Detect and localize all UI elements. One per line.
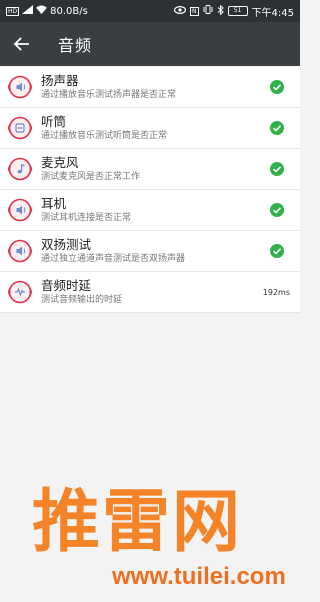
list-item-title: 麦克风 [41,155,79,170]
list-item-title: 扬声器 [41,73,79,88]
arrow-back-icon [13,37,29,51]
list-item-text: 扬声器 通过播放音乐测试扬声器是否正常 [41,73,260,101]
list-item-status [260,80,294,94]
list-item-audio-latency[interactable]: 音频时延 测试音频输出的时延 192ms [0,272,300,313]
check-circle-icon [270,162,284,176]
speaker-test-icon [8,75,32,99]
list-item-title: 音频时延 [41,278,92,293]
headphone-test-icon [8,198,32,222]
eye-icon [173,5,187,17]
list-item-title: 听筒 [41,114,67,129]
bluetooth-icon [217,4,224,18]
watermark: 推雷网 www.tuilei.com [0,478,300,602]
audio-test-list: 扬声器 通过播放音乐测试扬声器是否正常 听筒 通过播放音乐测试听筒是否正常 麦克… [0,67,300,313]
list-item-title: 耳机 [41,196,67,211]
check-circle-icon [270,80,284,94]
latency-value: 192ms [262,287,290,297]
list-item-subtitle: 测试音频输出的时延 [41,295,123,305]
list-item-speaker[interactable]: 扬声器 通过播放音乐测试扬声器是否正常 [0,67,300,108]
list-item-dual-speaker[interactable]: 双扬测试 通过独立通道声音测试是否双扬声器 [0,231,300,272]
vibrate-icon [203,5,213,17]
watermark-url: www.tuilei.com [112,563,286,590]
list-item-text: 双扬测试 通过独立通道声音测试是否双扬声器 [41,237,260,265]
check-circle-icon [270,121,284,135]
list-item-subtitle: 通过播放音乐测试扬声器是否正常 [41,90,177,100]
microphone-test-icon [8,157,32,181]
check-circle-icon [270,244,284,258]
dual-speaker-test-icon [8,239,32,263]
list-item-subtitle: 通过播放音乐测试听筒是否正常 [41,131,168,141]
list-item-text: 听筒 通过播放音乐测试听筒是否正常 [41,114,260,142]
list-item-text: 麦克风 测试麦克风是否正常工作 [41,155,260,183]
page-title: 音频 [58,36,93,55]
list-item-title: 双扬测试 [41,237,92,252]
list-item-text: 耳机 测试耳机连接是否正常 [41,196,260,224]
net-speed: 80.0B/s [50,5,88,17]
nfc-icon: N [190,6,199,16]
app-bar: 音频 [0,22,300,66]
list-item-subtitle: 测试耳机连接是否正常 [41,213,132,223]
list-item-status [260,121,294,135]
status-bar: HD 80.0B/s N 51 下午4:45 [0,0,300,22]
list-item-status [260,203,294,217]
receiver-test-icon [8,116,32,140]
list-item-receiver[interactable]: 听筒 通过播放音乐测试听筒是否正常 [0,108,300,149]
list-item-status [260,244,294,258]
watermark-brand: 推雷网 [32,483,243,562]
clock: 下午4:45 [251,7,294,19]
battery-icon: 51 [227,6,248,16]
list-item-subtitle: 通过独立通道声音测试是否双扬声器 [41,254,186,264]
status-bar-right: N 51 下午4:45 [173,4,294,19]
list-item-subtitle: 测试麦克风是否正常工作 [41,172,141,182]
list-item-status [260,162,294,176]
back-button[interactable] [4,22,38,66]
status-bar-left: HD 80.0B/s [6,5,88,17]
list-item-text: 音频时延 测试音频输出的时延 [41,278,263,306]
battery-level: 51 [233,7,242,14]
hd-badge: HD [6,6,20,16]
signal-icon [22,5,34,17]
check-circle-icon [270,203,284,217]
wifi-icon [36,5,48,17]
list-item-headphone[interactable]: 耳机 测试耳机连接是否正常 [0,190,300,231]
audio-latency-test-icon [8,280,32,304]
list-item-microphone[interactable]: 麦克风 测试麦克风是否正常工作 [0,149,300,190]
